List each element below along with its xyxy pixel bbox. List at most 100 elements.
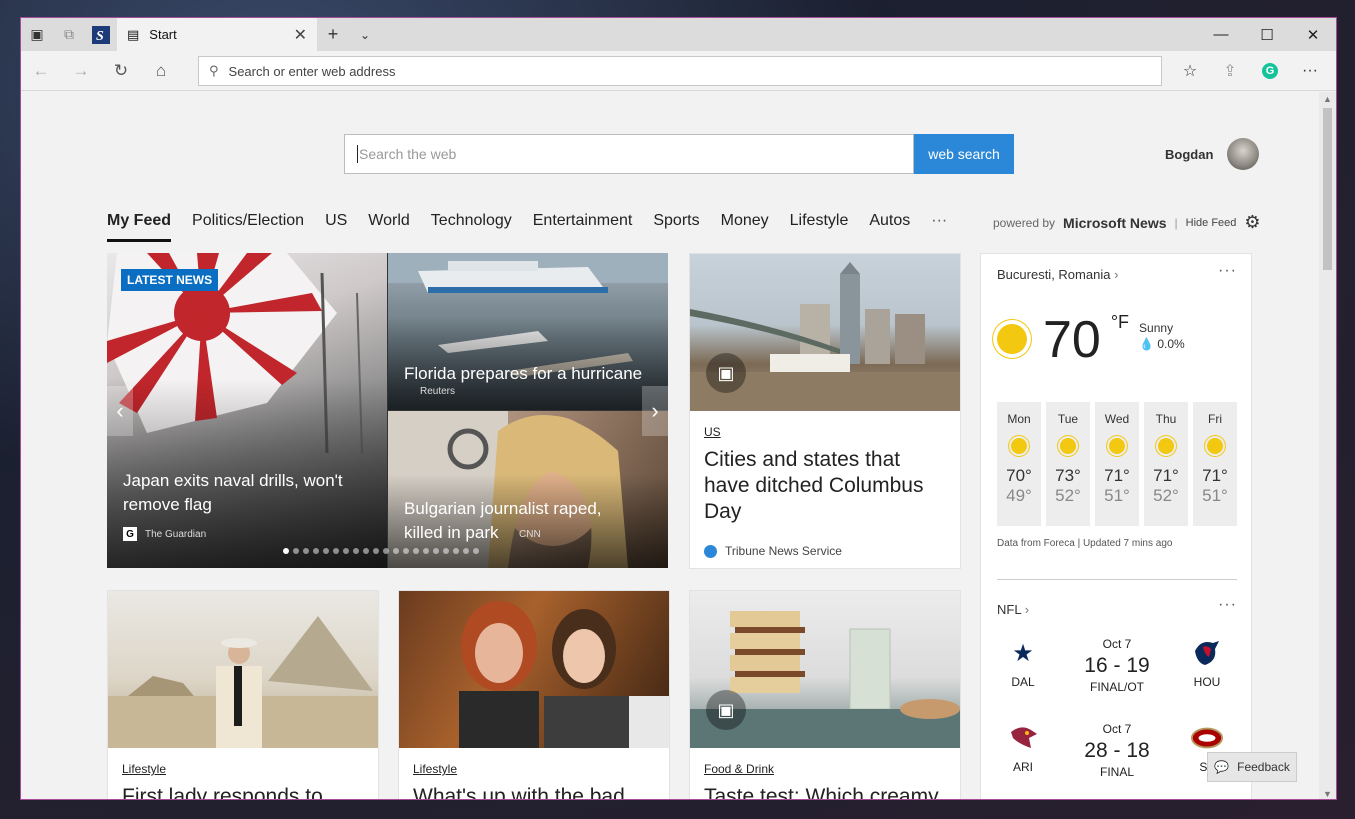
story-category[interactable]: Lifestyle <box>122 762 364 776</box>
tab-start[interactable]: ▤ Start ✕ <box>117 18 317 51</box>
carousel-dot[interactable] <box>393 548 399 554</box>
window-controls: — ☐ ✕ <box>1198 18 1336 51</box>
address-bar[interactable]: ⚲ Search or enter web address <box>198 56 1162 86</box>
refresh-button[interactable]: ↻ <box>101 51 141 91</box>
carousel-dot[interactable] <box>323 548 329 554</box>
carousel-dot[interactable] <box>443 548 449 554</box>
carousel-dot[interactable] <box>333 548 339 554</box>
scroll-thumb[interactable] <box>1323 108 1332 270</box>
tab-us[interactable]: US <box>325 212 347 242</box>
carousel-dot[interactable] <box>303 548 309 554</box>
tab-preview-icon[interactable]: ▣ <box>21 18 53 51</box>
browser-window: ▣ ⧉ S ▤ Start ✕ + ⌄ — ☐ ✕ ← → ↻ ⌂ ⚲ Sear… <box>20 17 1337 800</box>
carousel-dot[interactable] <box>403 548 409 554</box>
more-categories-button[interactable]: ··· <box>931 212 947 242</box>
forecast-day[interactable]: Thu 71° 52° <box>1144 402 1188 526</box>
grammarly-extension-button[interactable]: G <box>1250 51 1290 91</box>
tab-money[interactable]: Money <box>721 212 769 242</box>
nfl-game[interactable]: ARI Oct 7 28 - 18 FINAL SF <box>997 722 1237 786</box>
story-title[interactable]: First lady responds to <box>122 784 364 799</box>
nfl-game[interactable]: ★ DAL Oct 7 16 - 19 FINAL/OT HOU <box>997 637 1237 701</box>
s-app-icon[interactable]: S <box>85 18 117 51</box>
tab-world[interactable]: World <box>368 212 410 242</box>
hero-story-top-right[interactable]: Florida prepares for a hurricane Reuters <box>388 253 668 410</box>
share-icon[interactable]: ⇪ <box>1210 51 1250 91</box>
avatar[interactable] <box>1227 138 1260 170</box>
carousel-dot[interactable] <box>453 548 459 554</box>
carousel-dot[interactable] <box>343 548 349 554</box>
carousel-next-button[interactable]: › <box>642 386 668 436</box>
user-profile[interactable]: Bogdan <box>1165 138 1260 170</box>
forecast-day[interactable]: Tue 73° 52° <box>1046 402 1090 526</box>
temperature-unit[interactable]: °F <box>1111 312 1129 333</box>
scroll-down-arrow-icon[interactable]: ▼ <box>1319 789 1336 799</box>
story-card-whats-up[interactable]: Lifestyle What's up with the bad <box>398 590 670 799</box>
tab-technology[interactable]: Technology <box>431 212 512 242</box>
tab-sports[interactable]: Sports <box>653 212 699 242</box>
forecast-day[interactable]: Fri 71° 51° <box>1193 402 1237 526</box>
story-category[interactable]: Lifestyle <box>413 762 655 776</box>
carousel-dot[interactable] <box>423 548 429 554</box>
page-scrollbar[interactable]: ▲ ▼ <box>1319 92 1336 799</box>
more-menu-button[interactable]: ··· <box>1290 51 1330 91</box>
carousel-dot[interactable] <box>473 548 479 554</box>
carousel-dot[interactable] <box>283 548 289 554</box>
nfl-more-button[interactable]: ··· <box>1218 596 1237 614</box>
hero-tr-title[interactable]: Florida prepares for a hurricane <box>404 362 664 386</box>
hero-main-title[interactable]: Japan exits naval drills, won't remove f… <box>123 469 363 517</box>
new-tab-button[interactable]: + <box>317 18 349 51</box>
scroll-up-arrow-icon[interactable]: ▲ <box>1319 94 1336 104</box>
forward-button[interactable]: → <box>61 51 101 91</box>
web-search-button[interactable]: web search <box>914 134 1014 174</box>
forecast-day[interactable]: Mon 70° 49° <box>997 402 1041 526</box>
carousel-dot[interactable] <box>433 548 439 554</box>
carousel-dot[interactable] <box>373 548 379 554</box>
sun-icon <box>997 324 1027 354</box>
favorites-icon[interactable]: ☆ <box>1170 51 1210 91</box>
hide-feed-link[interactable]: Hide Feed <box>1186 217 1237 229</box>
story-category[interactable]: Food & Drink <box>704 762 946 776</box>
tab-list-chevron-icon[interactable]: ⌄ <box>349 18 381 51</box>
hero-story-bottom-right[interactable]: Bulgarian journalist raped, killed in pa… <box>388 411 668 568</box>
camera-icon: ▣ <box>706 690 746 730</box>
story-title[interactable]: Taste test: Which creamy <box>704 784 946 799</box>
tab-entertainment[interactable]: Entertainment <box>533 212 633 242</box>
carousel-dot[interactable] <box>383 548 389 554</box>
tab-autos[interactable]: Autos <box>869 212 910 242</box>
home-button[interactable]: ⌂ <box>141 51 181 91</box>
story-card-first-lady[interactable]: Lifestyle First lady responds to <box>107 590 379 799</box>
feedback-button[interactable]: 💬 Feedback <box>1207 752 1297 782</box>
tabs-aside-icon[interactable]: ⧉ <box>53 18 85 51</box>
tab-politics-election[interactable]: Politics/Election <box>192 212 304 242</box>
game-date: Oct 7 <box>1102 722 1132 736</box>
maximize-button[interactable]: ☐ <box>1244 18 1290 51</box>
minimize-button[interactable]: — <box>1198 18 1244 51</box>
story-title[interactable]: What's up with the bad <box>413 784 655 799</box>
carousel-dot[interactable] <box>413 548 419 554</box>
back-button[interactable]: ← <box>21 51 61 91</box>
tab-my-feed[interactable]: My Feed <box>107 212 172 242</box>
carousel-dot[interactable] <box>363 548 369 554</box>
story-title[interactable]: Cities and states that have ditched Colu… <box>704 447 946 525</box>
story-card-columbus[interactable]: ▣ US Cities and states that have ditched… <box>689 253 961 569</box>
weather-more-button[interactable]: ··· <box>1218 262 1237 280</box>
carousel-dot[interactable] <box>353 548 359 554</box>
carousel-prev-button[interactable]: ‹ <box>107 386 133 436</box>
close-tab-icon[interactable]: ✕ <box>294 25 307 45</box>
web-search-input[interactable]: Search the web <box>344 134 914 174</box>
weather-location-label: Bucuresti, Romania <box>997 267 1111 282</box>
tab-lifestyle[interactable]: Lifestyle <box>790 212 849 242</box>
powered-prefix: powered by <box>993 215 1056 230</box>
weather-location[interactable]: Bucuresti, Romania › <box>997 267 1118 282</box>
nfl-header[interactable]: NFL › <box>997 602 1029 617</box>
story-card-taste-test[interactable]: ▣ Food & Drink Taste test: Which creamy <box>689 590 961 799</box>
carousel-dot[interactable] <box>463 548 469 554</box>
carousel-dot[interactable] <box>313 548 319 554</box>
story-category[interactable]: US <box>704 425 946 439</box>
carousel-dot[interactable] <box>293 548 299 554</box>
gear-icon[interactable]: ⚙ <box>1244 212 1260 233</box>
forecast-day-name: Wed <box>1104 412 1130 426</box>
hero-main-story[interactable]: LATEST NEWS Japan exits naval drills, wo… <box>107 253 387 568</box>
close-window-button[interactable]: ✕ <box>1290 18 1336 51</box>
forecast-day[interactable]: Wed 71° 51° <box>1095 402 1139 526</box>
